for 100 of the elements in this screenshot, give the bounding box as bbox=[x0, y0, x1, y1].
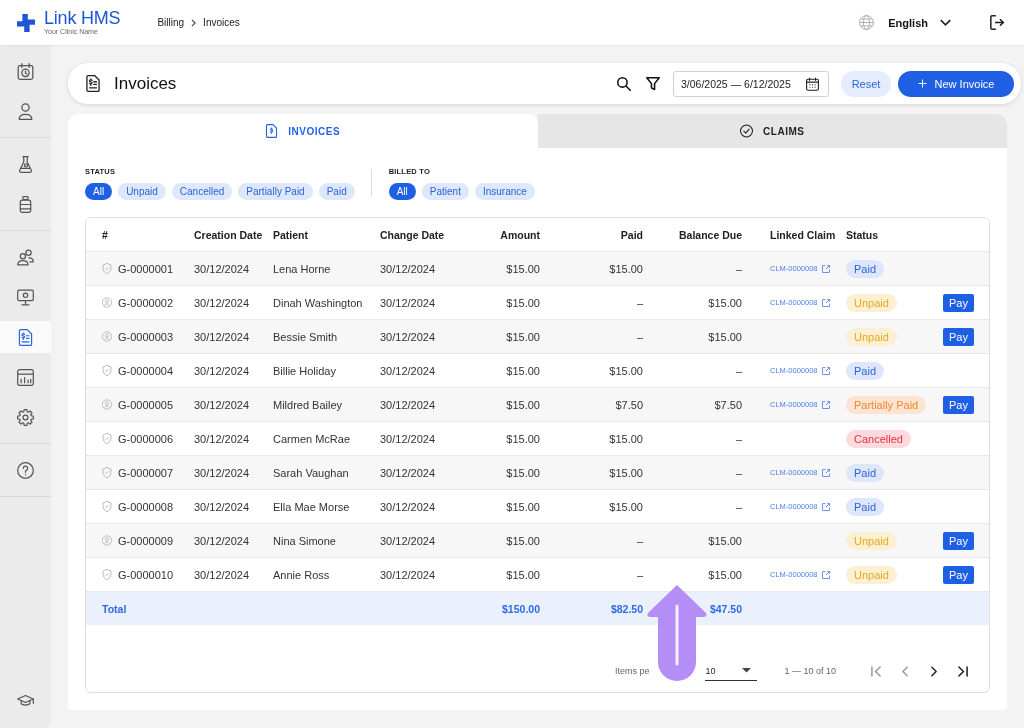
reset-button[interactable]: Reset bbox=[841, 70, 891, 97]
pay-button[interactable]: Pay bbox=[943, 293, 974, 312]
invoice-number: G-0000008 bbox=[118, 500, 174, 513]
page-size-select[interactable]: 10 bbox=[705, 661, 758, 681]
column-header[interactable]: Balance Due bbox=[652, 218, 761, 251]
external-link-icon bbox=[821, 298, 830, 307]
shield-icon bbox=[102, 467, 112, 478]
tab[interactable]: INVOICES bbox=[68, 114, 538, 148]
column-header[interactable]: Creation Date bbox=[185, 218, 264, 251]
table-cell-text: $15.00 bbox=[707, 329, 743, 345]
status-badge: Paid bbox=[846, 497, 885, 516]
total-cell-text: $150.00 bbox=[501, 601, 541, 617]
invoice-icon bbox=[17, 328, 34, 346]
column-header[interactable]: Paid bbox=[549, 218, 652, 251]
shield-icon bbox=[102, 569, 112, 580]
shield-icon bbox=[102, 433, 112, 444]
filter-chip[interactable]: All bbox=[388, 182, 416, 200]
table-cell-text: 30/12/2024 bbox=[193, 261, 251, 277]
table-cell-text: $7.50 bbox=[614, 397, 644, 413]
chevron-right-icon[interactable] bbox=[931, 665, 937, 677]
calendar-icon bbox=[806, 76, 819, 91]
filter-chip[interactable]: Paid bbox=[318, 182, 355, 200]
language-select[interactable]: English bbox=[888, 16, 951, 29]
table-cell-text: Sarah Vaughan bbox=[272, 465, 350, 481]
new-invoice-button[interactable]: New Invoice bbox=[898, 70, 1014, 97]
table-cell-text: $7.50 bbox=[713, 397, 743, 413]
chart-icon bbox=[17, 368, 34, 386]
check-circle-icon bbox=[740, 124, 754, 138]
breadcrumb-link[interactable]: Billing bbox=[157, 17, 185, 28]
external-link-icon bbox=[821, 264, 830, 273]
total-cell-text: $47.50 bbox=[708, 601, 743, 617]
table-cell-text: $15.00 bbox=[707, 295, 743, 311]
table-cell-text: 30/12/2024 bbox=[193, 295, 251, 311]
external-link-icon bbox=[821, 468, 830, 477]
column-header[interactable]: Status bbox=[837, 218, 930, 251]
table-cell-text: 30/12/2024 bbox=[379, 329, 437, 345]
flask-icon bbox=[17, 155, 34, 173]
status-badge: Cancelled bbox=[846, 429, 911, 448]
external-link-icon bbox=[821, 570, 830, 579]
column-header[interactable]: # bbox=[86, 218, 185, 251]
invoice-number: G-0000002 bbox=[118, 296, 174, 309]
table-cell-text: $15.00 bbox=[505, 397, 541, 413]
table-cell-text: – bbox=[734, 431, 743, 447]
sidebar-item[interactable] bbox=[0, 321, 51, 353]
table-cell-text: Billie Holiday bbox=[272, 363, 337, 379]
column-header[interactable]: Linked Claim bbox=[761, 218, 837, 251]
invoice-icon bbox=[86, 75, 100, 92]
table-cell-text: – bbox=[734, 465, 743, 481]
table-cell-text: $15.00 bbox=[505, 329, 541, 345]
table-cell-text: $15.00 bbox=[608, 261, 644, 277]
table-cell-text: 30/12/2024 bbox=[193, 431, 251, 447]
filter-chip[interactable]: Partially Paid bbox=[238, 182, 313, 200]
filter-chip[interactable]: Insurance bbox=[474, 182, 535, 200]
filter-chip[interactable]: Unpaid bbox=[118, 182, 166, 200]
settings-icon bbox=[17, 408, 34, 426]
breadcrumb-link[interactable]: Invoices bbox=[203, 17, 240, 28]
chevron-down-icon bbox=[940, 19, 951, 26]
table-cell-text: 30/12/2024 bbox=[193, 567, 251, 583]
logout-icon[interactable] bbox=[990, 15, 1005, 30]
table-cell-text: 30/12/2024 bbox=[193, 363, 251, 379]
filter-chip[interactable]: Patient bbox=[421, 182, 469, 200]
external-link-icon bbox=[821, 400, 830, 409]
invoice-number: G-0000006 bbox=[118, 432, 174, 445]
column-header[interactable]: Patient bbox=[264, 218, 371, 251]
items-per-page-label: Items pe bbox=[614, 666, 650, 676]
table-cell-text: $15.00 bbox=[608, 431, 644, 447]
table-cell-text: Bessie Smith bbox=[272, 329, 339, 345]
status-badge: Unpaid bbox=[846, 531, 897, 550]
table-cell-text: $15.00 bbox=[505, 533, 541, 549]
last-page-icon[interactable] bbox=[958, 665, 968, 677]
globe-icon bbox=[859, 15, 875, 30]
column-header[interactable]: Amount bbox=[450, 218, 549, 251]
shield-icon bbox=[102, 501, 112, 512]
cross-logo-icon bbox=[17, 13, 35, 32]
table-cell-text: $15.00 bbox=[707, 533, 743, 549]
pay-button[interactable]: Pay bbox=[943, 531, 974, 550]
table-cell-text: 30/12/2024 bbox=[379, 465, 437, 481]
table-cell-text: $15.00 bbox=[608, 465, 644, 481]
filter-chip[interactable]: All bbox=[85, 182, 113, 200]
invoice-number: G-0000003 bbox=[118, 330, 174, 343]
date-range-field[interactable]: 3/06/2025 — 6/12/2025 bbox=[673, 70, 829, 97]
tab[interactable]: CLAIMS bbox=[537, 114, 1007, 148]
status-badge: Paid bbox=[846, 259, 885, 278]
pay-button[interactable]: Pay bbox=[943, 327, 974, 346]
filter-icon[interactable] bbox=[646, 76, 660, 91]
table-cell-text: – bbox=[635, 329, 644, 345]
table-cell-text: Lena Horne bbox=[272, 261, 332, 277]
status-badge: Paid bbox=[846, 463, 885, 482]
monitor-icon bbox=[17, 288, 34, 306]
table-cell-text: – bbox=[734, 363, 743, 379]
column-header[interactable]: Change Date bbox=[371, 218, 450, 251]
pay-button[interactable]: Pay bbox=[943, 565, 974, 584]
table-cell-text: Nina Simone bbox=[272, 533, 337, 549]
table-cell-text: 30/12/2024 bbox=[193, 533, 251, 549]
table-cell-text: – bbox=[734, 261, 743, 277]
table-cell-text: 30/12/2024 bbox=[379, 533, 437, 549]
filter-chip[interactable]: Cancelled bbox=[171, 182, 233, 200]
pay-button[interactable]: Pay bbox=[943, 395, 974, 414]
search-icon[interactable] bbox=[617, 76, 631, 91]
table-cell-text: 30/12/2024 bbox=[379, 567, 437, 583]
